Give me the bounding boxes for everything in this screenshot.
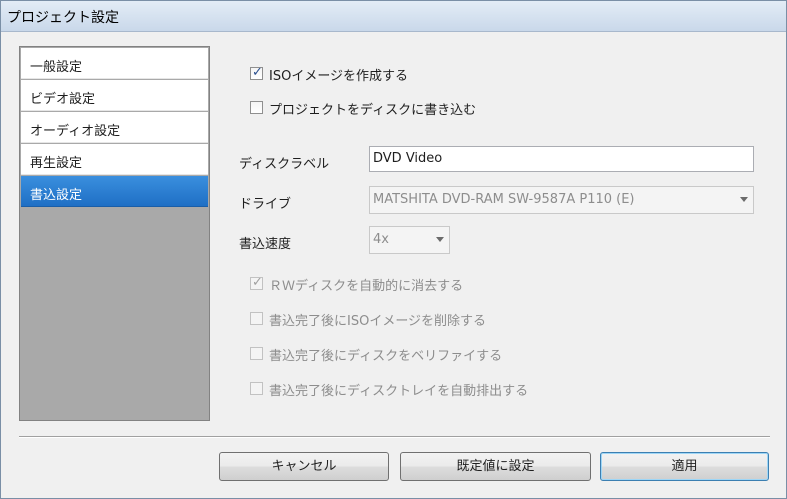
delete-iso-checkbox[interactable]: [250, 312, 263, 325]
speed-select[interactable]: 4x: [369, 226, 450, 254]
create-iso-checkbox[interactable]: [250, 65, 263, 80]
sidebar-item-video[interactable]: ビデオ設定: [21, 80, 208, 111]
sidebar-item-label: ビデオ設定: [30, 92, 96, 107]
verify-label: 書込完了後にディスクをベリファイする: [269, 349, 503, 364]
sidebar-item-general[interactable]: 一般設定: [21, 48, 208, 79]
write-disc-label: プロジェクトをディスクに書き込む: [269, 103, 477, 118]
chevron-down-icon: [740, 197, 748, 202]
chevron-down-icon: [436, 237, 444, 242]
divider: [19, 436, 770, 438]
reset-defaults-button-label: 既定値に設定: [456, 459, 535, 474]
sidebar-item-label: オーディオ設定: [30, 124, 121, 139]
delete-iso-label: 書込完了後にISOイメージを削除する: [269, 314, 487, 329]
speed-value: 4x: [373, 232, 389, 247]
apply-button-label: 適用: [671, 459, 698, 474]
drive-value: MATSHITA DVD-RAM SW-9587A P110 (E): [373, 192, 635, 207]
project-settings-dialog: プロジェクト設定 一般設定 ビデオ設定 オーディオ設定 再生設定 書込設定 IS…: [0, 0, 787, 499]
reset-defaults-button[interactable]: 既定値に設定: [400, 452, 591, 481]
cancel-button-label: キャンセル: [271, 459, 337, 474]
apply-button[interactable]: 適用: [600, 452, 769, 481]
settings-category-list: 一般設定 ビデオ設定 オーディオ設定 再生設定 書込設定: [19, 46, 210, 421]
cancel-button[interactable]: キャンセル: [219, 452, 389, 481]
sidebar-item-label: 再生設定: [30, 156, 83, 171]
eject-checkbox[interactable]: [250, 382, 263, 395]
sidebar-item-label: 一般設定: [30, 60, 83, 75]
erase-rw-label: ＲＷディスクを自動的に消去する: [269, 279, 464, 294]
disc-label-label: ディスクラベル: [239, 157, 330, 172]
erase-rw-checkbox[interactable]: [250, 275, 263, 290]
eject-label: 書込完了後にディスクトレイを自動排出する: [269, 384, 529, 399]
disc-label-value: DVD Video: [373, 151, 443, 166]
create-iso-label: ISOイメージを作成する: [269, 69, 409, 84]
drive-select[interactable]: MATSHITA DVD-RAM SW-9587A P110 (E): [369, 186, 754, 214]
sidebar-item-playback[interactable]: 再生設定: [21, 144, 208, 175]
disc-label-input[interactable]: DVD Video: [369, 146, 754, 172]
sidebar-item-audio[interactable]: オーディオ設定: [21, 112, 208, 143]
verify-checkbox[interactable]: [250, 347, 263, 360]
title-bar: プロジェクト設定: [1, 1, 786, 32]
sidebar-item-burn[interactable]: 書込設定: [21, 176, 208, 207]
write-disc-checkbox[interactable]: [250, 101, 263, 114]
window-title: プロジェクト設定: [7, 10, 119, 26]
speed-label: 書込速度: [239, 237, 292, 252]
sidebar-item-label: 書込設定: [30, 188, 83, 203]
drive-label: ドライブ: [239, 197, 292, 212]
